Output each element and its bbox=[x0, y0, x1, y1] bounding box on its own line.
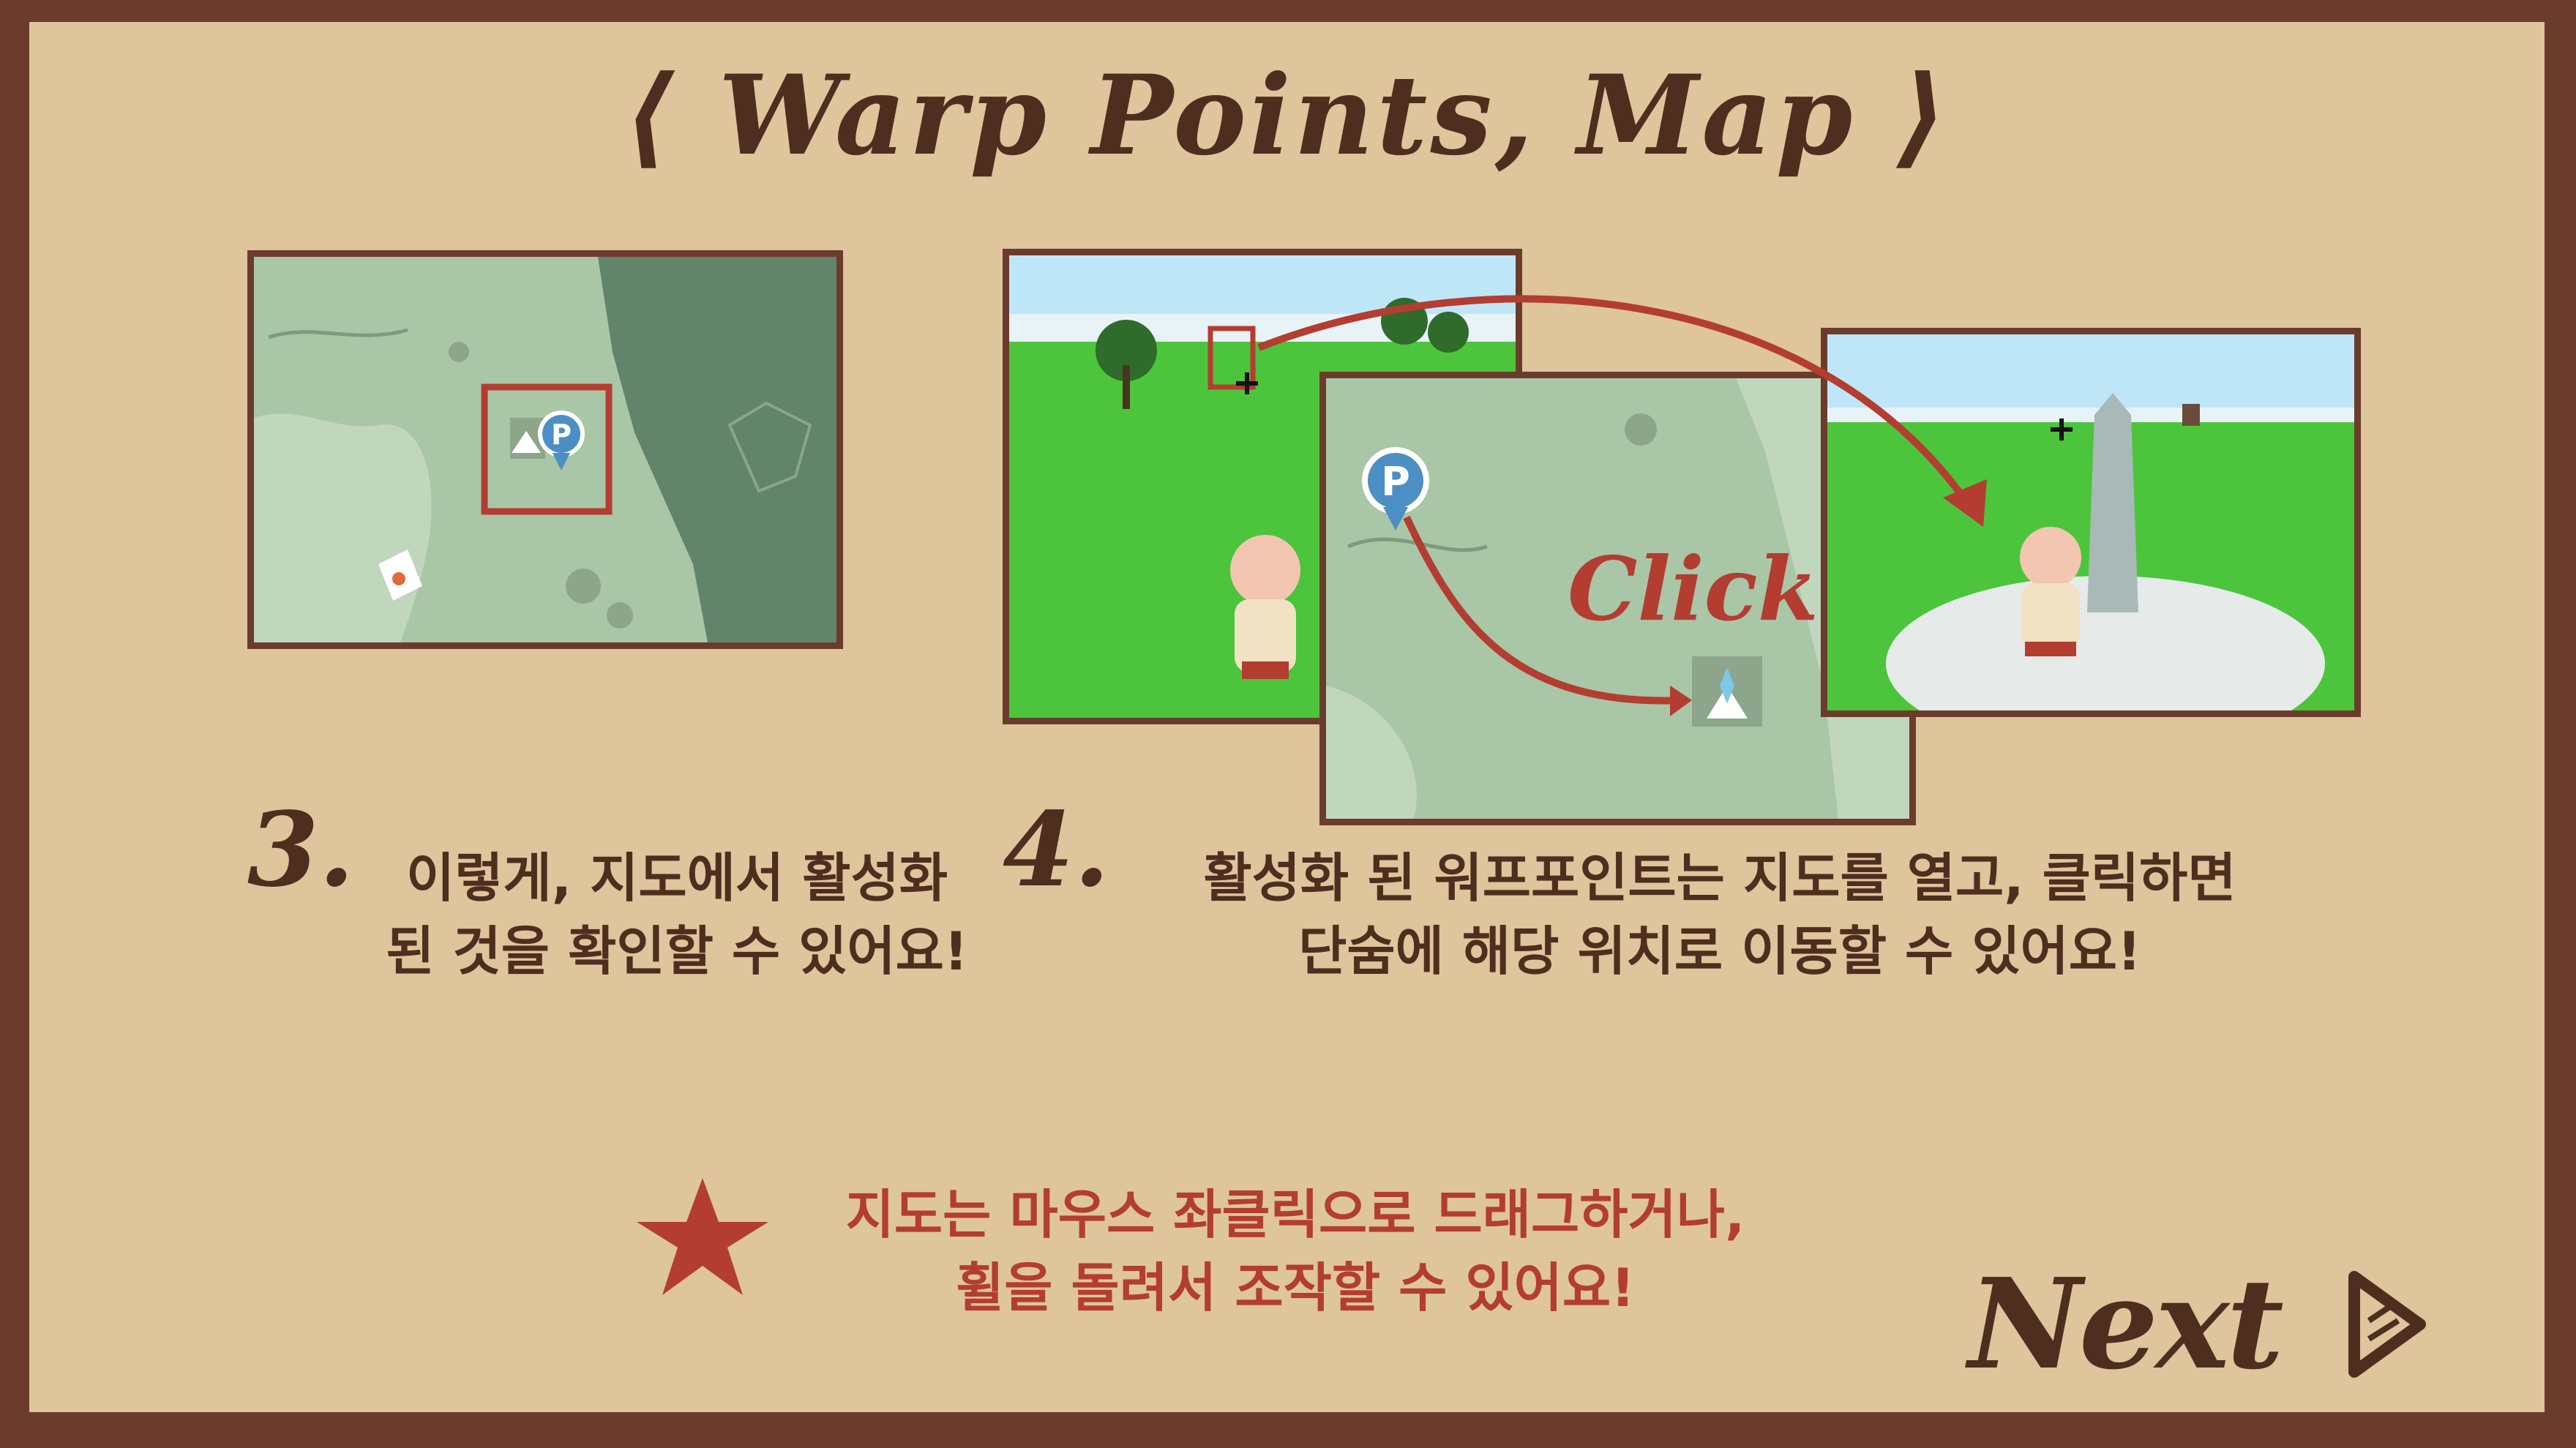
star-icon bbox=[637, 1178, 768, 1295]
step4-number: 4. bbox=[1003, 790, 1110, 910]
tutorial-panel: ⟨ Warp Points, Map ⟩ P P Click! 3. 이렇게, … bbox=[29, 22, 2545, 1412]
tip-line2: 휠을 돌려서 조작할 수 있어요! bbox=[956, 1257, 1635, 1318]
step3-caption: 이렇게, 지도에서 활성화 된 것을 확인할 수 있어요! bbox=[329, 841, 1025, 988]
play-arrow-icon bbox=[2348, 1271, 2426, 1378]
tip-text: 지도는 마우스 좌클릭으로 드래그하거나, 휠을 돌려서 조작할 수 있어요! bbox=[783, 1178, 1808, 1324]
next-label: Next bbox=[1968, 1251, 2284, 1398]
step3-line1: 이렇게, 지도에서 활성화 bbox=[406, 847, 948, 909]
tip-line1: 지도는 마우스 좌클릭으로 드래그하거나, bbox=[845, 1184, 1745, 1245]
step3-line2: 된 것을 확인할 수 있어요! bbox=[386, 920, 968, 982]
step4-line2: 단숨에 해당 위치로 이동할 수 있어요! bbox=[1298, 920, 2141, 982]
step4-caption: 활성화 된 워프포인트는 지도를 열고, 클릭하면 단숨에 해당 위치로 이동할… bbox=[1120, 841, 2320, 988]
step4-line1: 활성화 된 워프포인트는 지도를 열고, 클릭하면 bbox=[1203, 847, 2236, 909]
next-button[interactable]: Next bbox=[1969, 1251, 2427, 1398]
